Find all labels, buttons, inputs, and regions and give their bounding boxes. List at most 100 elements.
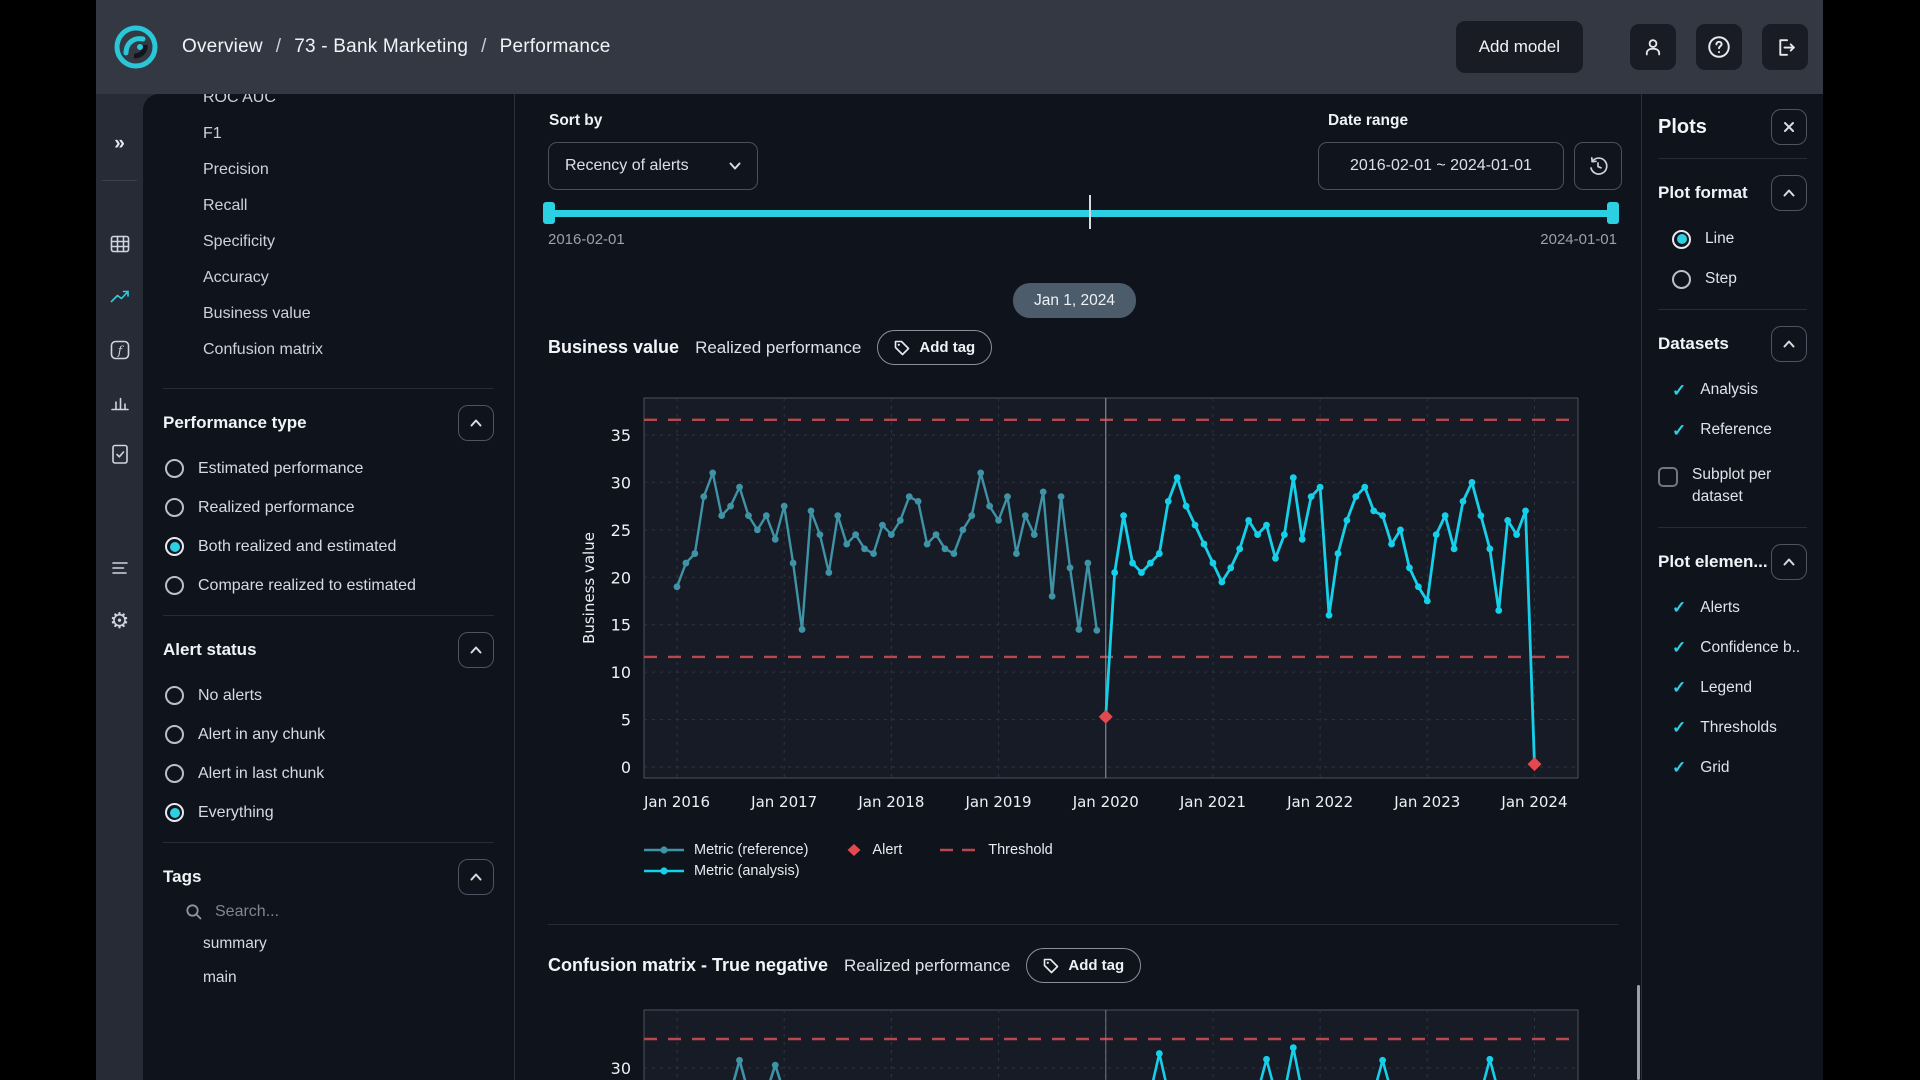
radio-no-alerts[interactable]: No alerts	[163, 676, 494, 715]
radio-realized-performance[interactable]: Realized performance	[163, 488, 494, 527]
plot-element-check-thresholds[interactable]: ✓ Thresholds	[1658, 708, 1807, 748]
svg-text:30: 30	[611, 1059, 631, 1078]
metric-item-confusion-matrix[interactable]: Confusion matrix	[163, 332, 494, 368]
check-icon: ✓	[1672, 382, 1686, 399]
sort-by-label: Sort by	[549, 112, 602, 130]
radio-label: Everything	[198, 804, 274, 822]
performance-type-header: Performance type	[163, 405, 494, 441]
radio-both-realized-estimated[interactable]: Both realized and estimated	[163, 527, 494, 566]
rail-item-performance[interactable]	[96, 283, 143, 311]
function-icon: f	[108, 338, 132, 362]
divider	[163, 842, 494, 843]
rail-item-settings[interactable]: ⚙	[96, 607, 143, 635]
top-header: Overview / 73 - Bank Marketing / Perform…	[96, 0, 1823, 94]
breadcrumb-page[interactable]: Performance	[500, 36, 611, 58]
add-tag-label: Add tag	[919, 339, 975, 356]
radio-alert-any-chunk[interactable]: Alert in any chunk	[163, 715, 494, 754]
breadcrumb-overview[interactable]: Overview	[182, 36, 263, 58]
tag-item-summary[interactable]: summary	[163, 927, 494, 961]
plots-panel-close-button[interactable]	[1771, 109, 1807, 145]
rail-item-data[interactable]	[96, 230, 143, 258]
performance-type-collapse-button[interactable]	[458, 405, 494, 441]
dataset-check-reference[interactable]: ✓ Reference	[1658, 410, 1807, 450]
settings-gear-icon: ⚙	[110, 608, 130, 634]
main-content: Sort by Recency of alerts Date range 201…	[516, 94, 1641, 1080]
rail-item-functions[interactable]: f	[96, 336, 143, 364]
svg-text:25: 25	[611, 521, 631, 540]
legend-threshold[interactable]: Threshold	[940, 842, 1052, 858]
plot-elements-collapse-button[interactable]	[1771, 544, 1807, 580]
radio-everything[interactable]: Everything	[163, 793, 494, 832]
list-icon	[108, 556, 132, 580]
breadcrumb-separator: /	[481, 36, 486, 58]
tags-collapse-button[interactable]	[458, 859, 494, 895]
plot-element-check-alerts[interactable]: ✓ Alerts	[1658, 588, 1807, 628]
legend-metric-reference[interactable]: Metric (reference)	[644, 842, 808, 858]
metric-item-recall[interactable]: Recall	[163, 188, 494, 224]
divider	[1658, 309, 1807, 310]
plot-format-collapse-button[interactable]	[1771, 175, 1807, 211]
report-check-icon	[108, 442, 132, 466]
alert-status-collapse-button[interactable]	[458, 632, 494, 668]
tag-item-main[interactable]: main	[163, 961, 494, 995]
plot-elements-header: Plot elemen...	[1658, 544, 1807, 580]
reset-date-range-button[interactable]	[1574, 142, 1622, 190]
add-model-button[interactable]: Add model	[1456, 21, 1583, 73]
help-button[interactable]	[1696, 24, 1742, 70]
subplot-per-dataset-toggle[interactable]: Subplot per dataset	[1658, 464, 1807, 509]
date-range-value: 2016-02-01 ~ 2024-01-01	[1350, 157, 1532, 175]
plot-element-check-confidence-bands[interactable]: ✓ Confidence b..	[1658, 628, 1807, 668]
svg-text:Jan 2024: Jan 2024	[1500, 793, 1567, 811]
radio-plot-format-line[interactable]: Line	[1658, 219, 1807, 259]
performance-type-title: Performance type	[163, 413, 307, 433]
metric-item-business-value[interactable]: Business value	[163, 296, 494, 332]
sort-by-select[interactable]: Recency of alerts	[548, 142, 758, 190]
rail-item-reports[interactable]	[96, 440, 143, 468]
metric-item-f1[interactable]: F1	[163, 116, 494, 152]
legend-metric-analysis[interactable]: Metric (analysis)	[644, 863, 808, 879]
radio-alert-last-chunk[interactable]: Alert in last chunk	[163, 754, 494, 793]
metric-item-accuracy[interactable]: Accuracy	[163, 260, 494, 296]
radio-plot-format-step[interactable]: Step	[1658, 259, 1807, 299]
datasets-collapse-button[interactable]	[1771, 326, 1807, 362]
chart-2-canvas[interactable]: 30	[576, 1008, 1586, 1080]
rail-item-distributions[interactable]	[96, 388, 143, 416]
user-button[interactable]	[1630, 24, 1676, 70]
alert-status-header: Alert status	[163, 632, 494, 668]
slider-start-label: 2016-02-01	[548, 231, 625, 248]
metric-item-precision[interactable]: Precision	[163, 152, 494, 188]
radio-icon	[165, 725, 184, 744]
chart-2-add-tag-button[interactable]: Add tag	[1026, 948, 1141, 983]
screen: Overview / 73 - Bank Marketing / Perform…	[0, 0, 1920, 1080]
legend-alert[interactable]: Alert	[846, 842, 902, 858]
tags-search-input[interactable]	[215, 903, 365, 921]
breadcrumb-model[interactable]: 73 - Bank Marketing	[294, 36, 468, 58]
dash-swatch-icon	[940, 847, 978, 853]
datasets-title: Datasets	[1658, 334, 1729, 354]
metric-item-specificity[interactable]: Specificity	[163, 224, 494, 260]
divider	[163, 615, 494, 616]
metric-item-roc-auc[interactable]: ROC AUC	[163, 94, 494, 116]
slider-handle-end[interactable]	[1607, 202, 1619, 224]
help-icon	[1706, 34, 1732, 60]
radio-estimated-performance[interactable]: Estimated performance	[163, 449, 494, 488]
slider-handle-start[interactable]	[543, 202, 555, 224]
date-range-slider-track[interactable]	[549, 210, 1619, 217]
rail-item-logs[interactable]	[96, 554, 143, 582]
slider-end-label: 2024-01-01	[1540, 231, 1617, 248]
radio-compare-realized-estimated[interactable]: Compare realized to estimated	[163, 566, 494, 605]
chart-1-canvas[interactable]: 05101520253035Jan 2016Jan 2017Jan 2018Ja…	[576, 394, 1586, 824]
dataset-check-analysis[interactable]: ✓ Analysis	[1658, 370, 1807, 410]
svg-text:Jan 2022: Jan 2022	[1286, 793, 1353, 811]
date-range-input[interactable]: 2016-02-01 ~ 2024-01-01	[1318, 142, 1564, 190]
expand-sidebar-button[interactable]: »	[96, 130, 143, 158]
chart-1-add-tag-button[interactable]: Add tag	[877, 330, 992, 365]
icon-rail: » f	[96, 94, 143, 1080]
radio-icon	[165, 459, 184, 478]
logout-button[interactable]	[1762, 24, 1808, 70]
plot-element-check-grid[interactable]: ✓ Grid	[1658, 748, 1807, 788]
plot-element-check-legend[interactable]: ✓ Legend	[1658, 668, 1807, 708]
nannyml-logo	[112, 23, 160, 71]
chart-2-clip: 30	[576, 1008, 1586, 1080]
main-scrollbar-thumb[interactable]	[1637, 985, 1640, 1080]
